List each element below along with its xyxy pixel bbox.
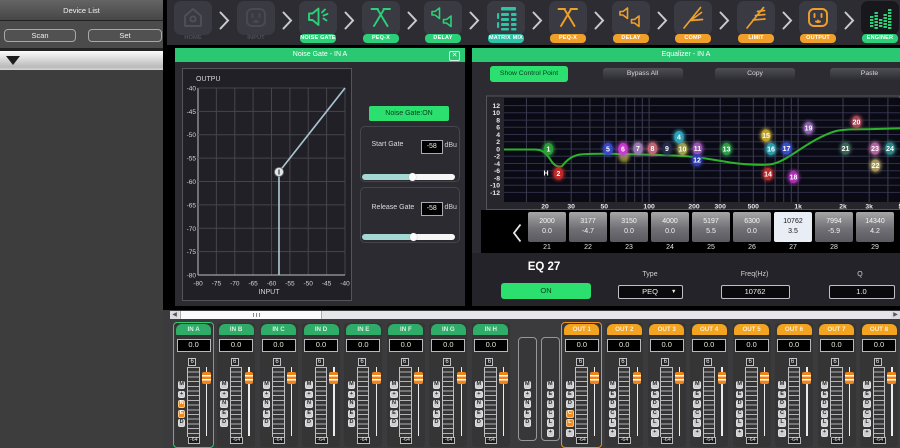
svg-text:16: 16 — [767, 147, 775, 154]
svg-text:-45: -45 — [322, 281, 332, 288]
svg-text:20: 20 — [853, 120, 861, 127]
svg-text:-70: -70 — [230, 281, 240, 288]
svg-text:-12: -12 — [490, 190, 500, 197]
svg-text:-65: -65 — [187, 202, 197, 209]
svg-text:15: 15 — [762, 133, 770, 140]
svg-text:-60: -60 — [187, 179, 197, 186]
svg-text:-4: -4 — [494, 161, 500, 168]
svg-text:H: H — [543, 171, 548, 178]
svg-text:17: 17 — [783, 146, 791, 153]
svg-text:-8: -8 — [494, 175, 500, 182]
svg-text:INPUT: INPUT — [259, 289, 281, 296]
svg-text:12: 12 — [492, 103, 500, 110]
svg-text:9: 9 — [665, 146, 669, 153]
svg-text:1: 1 — [547, 147, 551, 154]
svg-text:-75: -75 — [212, 281, 222, 288]
svg-text:6: 6 — [496, 125, 500, 132]
svg-text:21: 21 — [842, 146, 850, 153]
svg-text:-55: -55 — [187, 156, 197, 163]
svg-text:-40: -40 — [187, 86, 197, 93]
svg-text:0: 0 — [496, 146, 500, 153]
svg-text:-50: -50 — [303, 281, 313, 288]
svg-text:8: 8 — [496, 118, 500, 125]
svg-text:OUTPU: OUTPU — [196, 76, 221, 83]
svg-text:2: 2 — [496, 139, 500, 146]
svg-text:-80: -80 — [193, 281, 203, 288]
svg-text:-10: -10 — [490, 183, 500, 190]
svg-text:5: 5 — [606, 147, 610, 154]
svg-text:10: 10 — [492, 110, 500, 117]
svg-text:13: 13 — [723, 147, 731, 154]
svg-text:-70: -70 — [187, 226, 197, 233]
svg-text:2: 2 — [557, 171, 561, 178]
svg-text:-50: -50 — [187, 132, 197, 139]
svg-text:-6: -6 — [494, 168, 500, 175]
svg-text:23: 23 — [871, 146, 879, 153]
svg-text:7: 7 — [636, 146, 640, 153]
svg-text:19: 19 — [805, 126, 813, 133]
svg-text:4: 4 — [677, 135, 681, 142]
svg-text:-45: -45 — [187, 109, 197, 116]
svg-text:8: 8 — [651, 146, 655, 153]
svg-text:24: 24 — [886, 146, 894, 153]
svg-text:10: 10 — [679, 147, 687, 154]
svg-text:11: 11 — [694, 146, 702, 153]
svg-text:4: 4 — [496, 132, 500, 139]
svg-text:-60: -60 — [267, 281, 277, 288]
svg-text:-80: -80 — [187, 273, 197, 280]
svg-text:-40: -40 — [340, 281, 350, 288]
svg-text:-65: -65 — [248, 281, 258, 288]
svg-text:-75: -75 — [187, 249, 197, 256]
svg-text:14: 14 — [764, 172, 772, 179]
svg-text:18: 18 — [790, 175, 798, 182]
svg-text:-55: -55 — [285, 281, 295, 288]
svg-text:-2: -2 — [494, 154, 500, 161]
svg-text:22: 22 — [872, 163, 880, 170]
svg-text:6: 6 — [621, 147, 625, 154]
svg-text:12: 12 — [693, 158, 701, 165]
